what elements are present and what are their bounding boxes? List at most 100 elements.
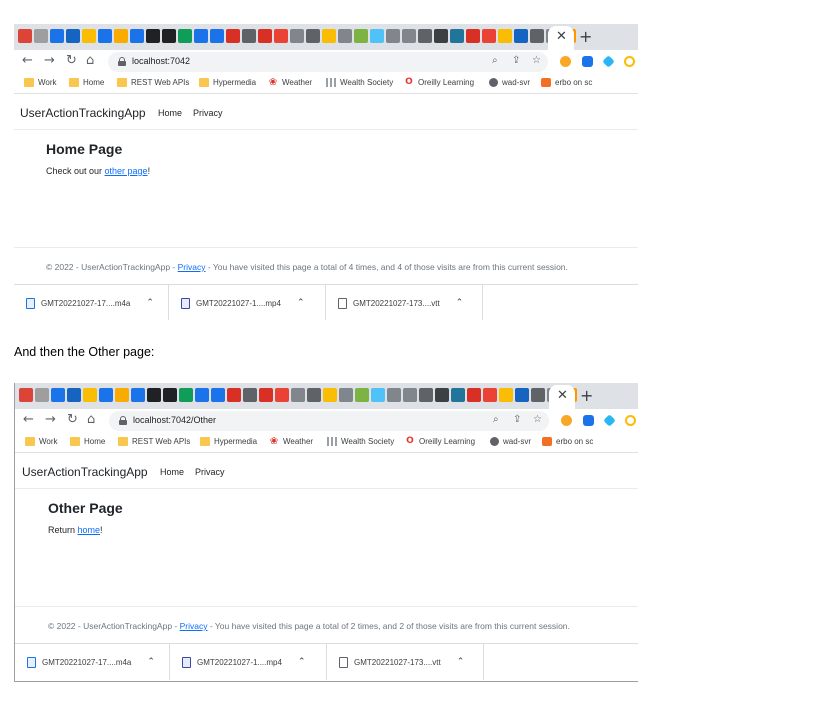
tab-favicon-icon[interactable] [18,29,32,43]
tab-favicon-icon[interactable] [418,29,432,43]
chevron-up-icon[interactable]: ⌃ [146,298,154,308]
tab-favicon-icon[interactable] [258,29,272,43]
footer-privacy-link[interactable]: Privacy [180,621,208,631]
tab-favicon-icon[interactable] [243,388,257,402]
tab-favicon-icon[interactable] [66,29,80,43]
tab-favicon-icon[interactable] [82,29,96,43]
tab-favicon-icon[interactable] [83,388,97,402]
reload-icon[interactable]: ↻ [66,54,77,68]
tab-favicon-icon[interactable] [259,388,273,402]
close-icon[interactable]: ✕ [556,29,567,44]
tab-favicon-icon[interactable] [307,388,321,402]
tab-favicon-icon[interactable] [50,29,64,43]
tab-favicon-icon[interactable] [371,388,385,402]
bookmark-item[interactable]: O Oreilly Learning [404,78,474,88]
bookmark-item[interactable]: ❀ Weather [268,78,312,88]
bookmark-item[interactable]: Hypermedia [199,78,256,87]
tab-favicon-icon[interactable] [146,29,160,43]
download-item[interactable]: GMT20221027-1....mp4 ⌃ [170,644,327,680]
download-item[interactable]: GMT20221027-173....vtt ⌃ [326,285,483,320]
tab-favicon-icon[interactable] [339,388,353,402]
tab-favicon-icon[interactable] [115,388,129,402]
forward-icon[interactable]: → [44,54,55,68]
address-bar[interactable]: localhost:7042 ⌕ ⇪ ☆ [108,52,548,72]
tab-favicon-icon[interactable] [498,29,512,43]
tab-favicon-icon[interactable] [195,388,209,402]
cookie-extension-icon[interactable] [561,415,572,426]
bookmark-item[interactable]: Home [69,78,104,87]
home-link[interactable]: home [78,525,101,535]
diamond-extension-icon[interactable] [602,55,615,68]
diamond-extension-icon[interactable] [603,414,616,427]
bookmark-star-icon[interactable]: ☆ [533,414,542,425]
nav-link-privacy[interactable]: Privacy [195,467,225,477]
tab-favicon-icon[interactable] [291,388,305,402]
tab-favicon-icon[interactable] [131,388,145,402]
tab-favicon-icon[interactable] [290,29,304,43]
back-icon[interactable]: ← [22,54,33,68]
zoom-icon[interactable]: ⌕ [492,55,498,66]
download-item[interactable]: GMT20221027-17....m4a ⌃ [15,644,170,680]
download-item[interactable]: GMT20221027-17....m4a ⌃ [14,285,169,320]
bookmark-item[interactable]: Wealth Society [326,78,393,87]
tab-favicon-icon[interactable] [386,29,400,43]
nav-link-privacy[interactable]: Privacy [193,108,223,118]
forward-icon[interactable]: → [45,413,56,427]
zoom-icon[interactable]: ⌕ [493,414,499,425]
bookmark-item[interactable]: Wealth Society [327,437,394,446]
tab-favicon-icon[interactable] [322,29,336,43]
tab-favicon-icon[interactable] [211,388,225,402]
tab-favicon-icon[interactable] [274,29,288,43]
bookmark-item[interactable]: Work [24,78,57,87]
tab-favicon-icon[interactable] [194,29,208,43]
tab-favicon-icon[interactable] [35,388,49,402]
share-icon[interactable]: ⇪ [513,414,521,425]
tab-favicon-icon[interactable] [466,29,480,43]
tab-favicon-icon[interactable] [387,388,401,402]
tab-favicon-icon[interactable] [402,29,416,43]
tab-favicon-icon[interactable] [226,29,240,43]
tab-favicon-icon[interactable] [450,29,464,43]
close-icon[interactable]: ✕ [557,388,568,403]
new-tab-icon[interactable]: + [580,386,593,405]
bookmark-item[interactable]: erbo on sc [541,78,592,87]
tab-favicon-icon[interactable] [370,29,384,43]
tab-favicon-icon[interactable] [130,29,144,43]
share-icon[interactable]: ⇪ [512,55,520,66]
navbar-brand[interactable]: UserActionTrackingApp [20,106,146,120]
tab-favicon-icon[interactable] [338,29,352,43]
home-icon[interactable]: ⌂ [86,54,94,68]
tab-favicon-icon[interactable] [434,29,448,43]
bookmark-item[interactable]: wad-svr [489,78,530,87]
bookmark-item[interactable]: Home [70,437,105,446]
tab-favicon-icon[interactable] [499,388,513,402]
chevron-up-icon[interactable]: ⌃ [457,657,465,667]
tab-favicon-icon[interactable] [179,388,193,402]
tab-favicon-icon[interactable] [467,388,481,402]
other-page-link[interactable]: other page [105,166,148,176]
bookmark-item[interactable]: wad-svr [490,437,531,446]
chevron-up-icon[interactable]: ⌃ [297,298,305,308]
bookmark-item[interactable]: REST Web APIs [117,78,189,87]
footer-privacy-link[interactable]: Privacy [178,262,206,272]
tab-favicon-icon[interactable] [306,29,320,43]
chevron-up-icon[interactable]: ⌃ [147,657,155,667]
chevron-up-icon[interactable]: ⌃ [298,657,306,667]
tab-favicon-icon[interactable] [163,388,177,402]
tab-favicon-icon[interactable] [67,388,81,402]
tab-favicon-icon[interactable] [515,388,529,402]
extension-icon[interactable] [583,415,594,426]
tab-favicon-icon[interactable] [178,29,192,43]
tab-favicon-icon[interactable] [275,388,289,402]
tab-favicon-icon[interactable] [19,388,33,402]
address-bar[interactable]: localhost:7042/Other ⌕ ⇪ ☆ [109,411,549,431]
profile-icon[interactable] [624,56,635,67]
bookmark-item[interactable]: ❀ Weather [269,437,313,447]
tab-favicon-icon[interactable] [99,388,113,402]
tab-favicon-icon[interactable] [482,29,496,43]
tab-favicon-icon[interactable] [355,388,369,402]
tab-favicon-icon[interactable] [242,29,256,43]
profile-icon[interactable] [625,415,636,426]
tab-favicon-icon[interactable] [403,388,417,402]
tab-favicon-icon[interactable] [451,388,465,402]
